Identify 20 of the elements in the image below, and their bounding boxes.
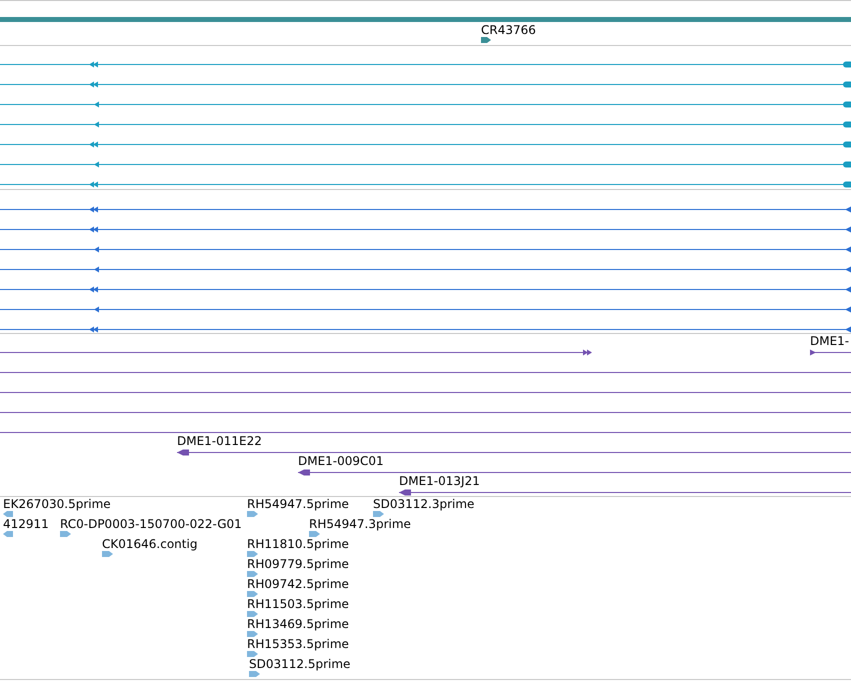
feature-label: RH11503.5prime bbox=[247, 597, 349, 611]
feature-label: RH09742.5prime bbox=[247, 577, 349, 591]
feature-label: DME1- bbox=[810, 334, 850, 348]
feature-label: EK267030.5prime bbox=[3, 497, 111, 511]
feature-label: DME1-011E22 bbox=[177, 434, 262, 448]
feature-label: CK01646.contig bbox=[102, 537, 198, 551]
feature-label: RH11810.5prime bbox=[247, 537, 349, 551]
feature-label: 412911 bbox=[3, 517, 49, 531]
feature-label: RH15353.5prime bbox=[247, 637, 349, 651]
feature-label: DME1-009C01 bbox=[298, 454, 384, 468]
feature-label: DME1-013J21 bbox=[399, 474, 480, 488]
feature-label: RH09779.5prime bbox=[247, 557, 349, 571]
feature-label: SD03112.5prime bbox=[249, 657, 350, 671]
clone-line bbox=[810, 350, 851, 356]
feature-label: RH54947.5prime bbox=[247, 497, 349, 511]
feature-label: RC0-DP0003-150700-022-G01 bbox=[60, 517, 242, 531]
feature-label: RH13469.5prime bbox=[247, 617, 349, 631]
feature-label: RH54947.3prime bbox=[309, 517, 411, 531]
feature-label: SD03112.3prime bbox=[373, 497, 474, 511]
feature-label: CR43766 bbox=[481, 23, 536, 37]
